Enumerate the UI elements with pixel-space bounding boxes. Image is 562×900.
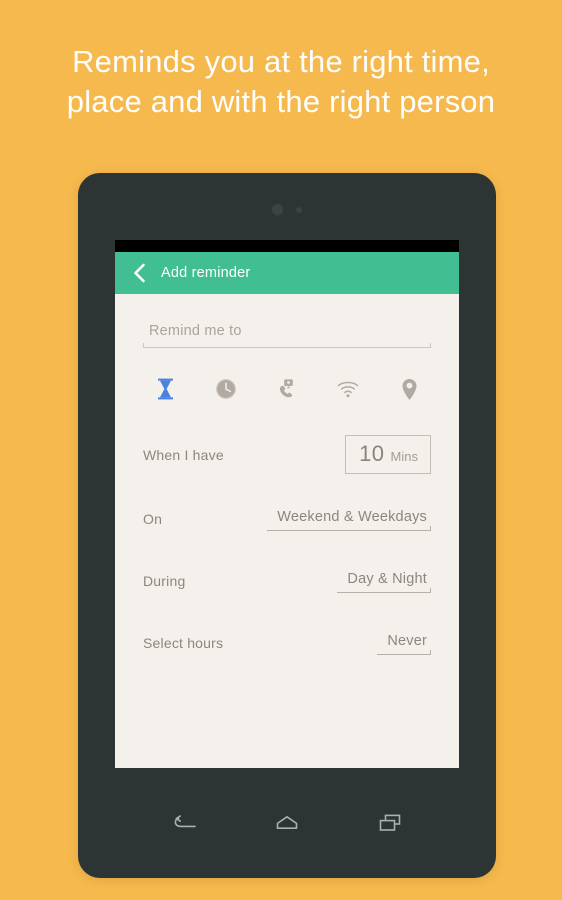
camera-lens-icon	[272, 204, 283, 215]
hourglass-icon	[157, 378, 174, 400]
clock-icon	[215, 378, 237, 400]
hours-value[interactable]: Never	[387, 633, 427, 649]
location-pin-icon	[401, 378, 418, 401]
during-value[interactable]: Day & Night	[347, 571, 427, 587]
tab-call[interactable]	[269, 373, 305, 405]
back-button[interactable]	[129, 263, 149, 283]
reminder-input-underline	[143, 343, 431, 348]
hours-value-selector[interactable]: Never	[377, 632, 431, 655]
reminder-input-placeholder[interactable]: Remind me to	[149, 323, 242, 339]
headline-line-2: place and with the right person	[66, 84, 496, 119]
during-value-underline	[337, 587, 431, 593]
android-nav-bar	[78, 768, 496, 878]
setting-row-hours: Select hours Never	[143, 626, 431, 660]
setting-row-duration: When I have 10 Mins	[143, 435, 431, 474]
hours-value-underline	[377, 649, 431, 655]
on-value-underline	[267, 525, 431, 531]
device-camera-row	[78, 204, 496, 215]
status-bar	[115, 240, 459, 252]
during-value-selector[interactable]: Day & Night	[337, 570, 431, 593]
promo-headline: Reminds you at the right time, place and…	[0, 42, 562, 122]
during-label: During	[143, 573, 186, 589]
duration-label: When I have	[143, 446, 224, 463]
nav-recents-button[interactable]	[373, 809, 407, 837]
trigger-tab-bar	[143, 373, 431, 405]
sensor-dot-icon	[296, 206, 302, 213]
hours-label: Select hours	[143, 635, 224, 651]
on-label: On	[143, 511, 163, 527]
headline-line-1: Reminds you at the right time,	[72, 44, 490, 79]
nav-recents-icon	[378, 814, 402, 832]
wifi-icon	[336, 379, 360, 399]
tab-place[interactable]	[391, 373, 427, 405]
duration-stepper[interactable]: 10 Mins	[345, 435, 431, 474]
tab-wifi[interactable]	[330, 373, 366, 405]
tab-time[interactable]	[208, 373, 244, 405]
tab-duration[interactable]	[147, 373, 183, 405]
nav-home-icon	[274, 815, 300, 831]
setting-row-on: On Weekend & Weekdays	[143, 502, 431, 536]
on-value[interactable]: Weekend & Weekdays	[277, 509, 427, 525]
duration-unit: Mins	[390, 449, 418, 464]
on-value-selector[interactable]: Weekend & Weekdays	[267, 508, 431, 531]
app-bar: Add reminder	[115, 252, 459, 294]
setting-row-during: During Day & Night	[143, 564, 431, 598]
nav-back-icon	[171, 815, 197, 831]
reminder-form: Remind me to When I have 10 Mins On Week…	[115, 323, 459, 768]
tablet-device-frame: Add reminder Remind me to When I have 10…	[78, 173, 496, 878]
reminder-input-row[interactable]: Remind me to	[143, 323, 431, 348]
duration-value[interactable]: 10	[359, 441, 384, 467]
phone-call-icon	[276, 378, 298, 400]
nav-home-button[interactable]	[270, 809, 304, 837]
device-screen: Add reminder Remind me to When I have 10…	[115, 240, 459, 768]
nav-back-button[interactable]	[167, 809, 201, 837]
app-bar-title: Add reminder	[161, 265, 251, 281]
